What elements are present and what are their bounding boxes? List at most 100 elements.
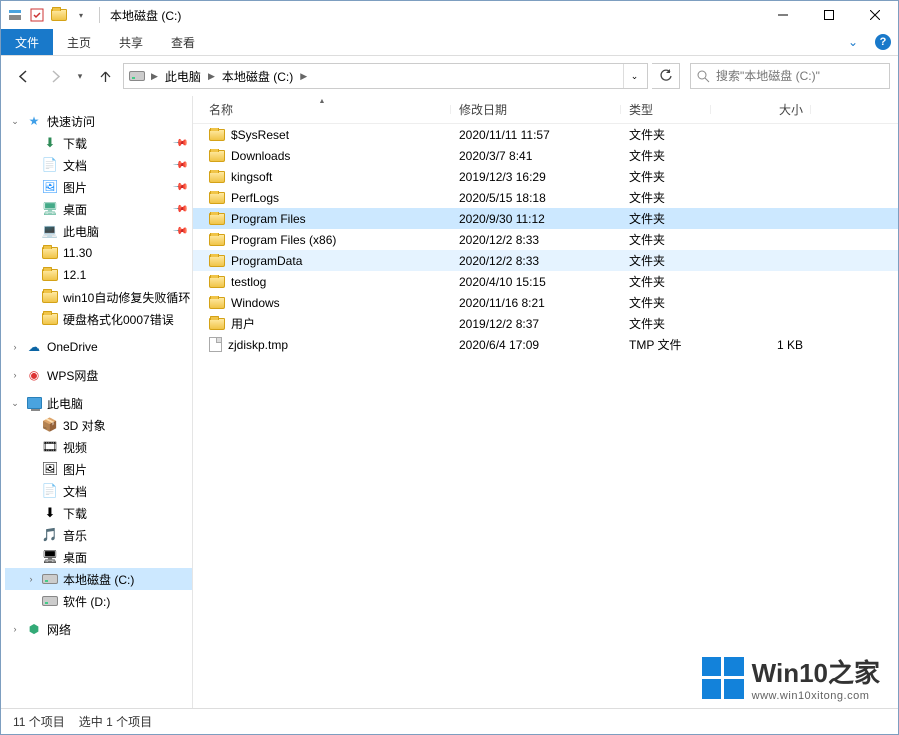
qat-properties-icon[interactable]	[27, 5, 47, 25]
tree-quick-item[interactable]: 💻此电脑📌	[5, 220, 192, 242]
tree-quick-item[interactable]: 11.30	[5, 242, 192, 264]
tree-quick-access[interactable]: ⌄ ★ 快速访问	[5, 110, 192, 132]
tree-quick-item[interactable]: ⬇下载📌	[5, 132, 192, 154]
folder-icon	[209, 276, 225, 288]
file-list-view: ▲名称 修改日期 类型 大小 $SysReset 2020/11/11 11:5…	[193, 96, 898, 708]
pc-icon	[25, 397, 43, 409]
crumb-drive[interactable]: 本地磁盘 (C:)	[218, 64, 297, 88]
address-bar[interactable]: ▶ 此电脑 ▶ 本地磁盘 (C:) ▶ ⌄	[123, 63, 648, 89]
col-size[interactable]: 大小	[711, 101, 811, 118]
tree-network[interactable]: › ⬢ 网络	[5, 618, 192, 640]
cloud-icon: ☁	[25, 340, 43, 354]
col-type[interactable]: 类型	[621, 101, 711, 118]
tab-file[interactable]: 文件	[1, 29, 53, 55]
file-row[interactable]: PerfLogs 2020/5/15 18:18 文件夹	[193, 187, 898, 208]
disclosure-icon[interactable]: ⌄	[9, 116, 21, 127]
tree-pc-item[interactable]: 📦3D 对象	[5, 414, 192, 436]
file-row[interactable]: kingsoft 2019/12/3 16:29 文件夹	[193, 166, 898, 187]
tree-pc-item[interactable]: 🖼图片	[5, 458, 192, 480]
file-row[interactable]: testlog 2020/4/10 15:15 文件夹	[193, 271, 898, 292]
tree-quick-item[interactable]: 12.1	[5, 264, 192, 286]
back-button[interactable]	[9, 62, 37, 90]
title-bar: ▾ 本地磁盘 (C:)	[1, 1, 898, 29]
tree-quick-item[interactable]: 🖥桌面📌	[5, 198, 192, 220]
folder-icon	[209, 297, 225, 309]
crumb-thispc[interactable]: 此电脑	[161, 64, 205, 88]
sort-asc-icon: ▲	[319, 98, 326, 105]
folder-icon	[41, 313, 59, 325]
file-row[interactable]: $SysReset 2020/11/11 11:57 文件夹	[193, 124, 898, 145]
item-icon: 🖥	[41, 549, 59, 565]
tree-onedrive[interactable]: › ☁ OneDrive	[5, 336, 192, 358]
file-row[interactable]: Windows 2020/11/16 8:21 文件夹	[193, 292, 898, 313]
disclosure-icon[interactable]: ›	[9, 370, 21, 380]
drive-icon	[41, 574, 59, 584]
close-button[interactable]	[852, 1, 898, 29]
folder-icon	[209, 234, 225, 246]
search-box[interactable]	[690, 63, 890, 89]
qat-dropdown-icon[interactable]: ▾	[71, 5, 91, 25]
pin-icon: 📌	[171, 201, 188, 218]
maximize-button[interactable]	[806, 1, 852, 29]
minimize-button[interactable]	[760, 1, 806, 29]
folder-icon	[41, 247, 59, 259]
item-icon: 📦	[41, 417, 59, 433]
tree-pc-item[interactable]: 软件 (D:)	[5, 590, 192, 612]
col-date[interactable]: 修改日期	[451, 101, 621, 118]
folder-icon	[209, 129, 225, 141]
tab-share[interactable]: 共享	[105, 29, 157, 55]
tree-pc-item[interactable]: ⬇下载	[5, 502, 192, 524]
qat-newfolder-icon[interactable]	[49, 5, 69, 25]
pin-icon: 📌	[171, 223, 188, 240]
file-row[interactable]: ProgramData 2020/12/2 8:33 文件夹	[193, 250, 898, 271]
tab-view[interactable]: 查看	[157, 29, 209, 55]
tree-wps[interactable]: › ◉ WPS网盘	[5, 364, 192, 386]
address-dropdown-icon[interactable]: ⌄	[623, 64, 645, 88]
search-input[interactable]	[716, 69, 883, 83]
tree-pc-item[interactable]: 📄文档	[5, 480, 192, 502]
tree-pc-item[interactable]: 🎞视频	[5, 436, 192, 458]
item-icon: 🖼	[41, 179, 59, 195]
ribbon-expand-icon[interactable]: ⌄	[838, 29, 868, 55]
status-count: 11 个项目	[13, 713, 65, 730]
tree-quick-item[interactable]: 📄文档📌	[5, 154, 192, 176]
network-icon: ⬢	[25, 622, 43, 636]
tree-thispc[interactable]: ⌄ 此电脑	[5, 392, 192, 414]
tab-home[interactable]: 主页	[53, 29, 105, 55]
col-name[interactable]: ▲名称	[193, 101, 451, 118]
file-row[interactable]: 用户 2019/12/2 8:37 文件夹	[193, 313, 898, 334]
tree-pc-item[interactable]: 🖥桌面	[5, 546, 192, 568]
disclosure-icon[interactable]: ›	[9, 624, 21, 634]
file-icon	[209, 337, 222, 352]
refresh-button[interactable]	[652, 63, 680, 89]
window-title: 本地磁盘 (C:)	[104, 7, 181, 24]
folder-icon	[209, 171, 225, 183]
disclosure-icon[interactable]: ›	[9, 342, 21, 352]
up-button[interactable]	[91, 62, 119, 90]
search-icon	[697, 70, 710, 83]
tree-quick-item[interactable]: 硬盘格式化0007错误	[5, 308, 192, 330]
chevron-right-icon[interactable]: ▶	[205, 71, 218, 82]
folder-icon	[209, 192, 225, 204]
chevron-right-icon[interactable]: ▶	[148, 71, 161, 82]
disclosure-icon[interactable]: ⌄	[9, 398, 21, 409]
file-row[interactable]: zjdiskp.tmp 2020/6/4 17:09 TMP 文件 1 KB	[193, 334, 898, 355]
recent-dropdown-icon[interactable]: ▾	[73, 62, 87, 90]
tree-quick-item[interactable]: 🖼图片📌	[5, 176, 192, 198]
help-button[interactable]: ?	[868, 29, 898, 55]
file-row[interactable]: Downloads 2020/3/7 8:41 文件夹	[193, 145, 898, 166]
tree-pc-item[interactable]: 🎵音乐	[5, 524, 192, 546]
chevron-right-icon[interactable]: ▶	[297, 71, 310, 82]
tree-pc-item[interactable]: ›本地磁盘 (C:)	[5, 568, 192, 590]
nav-tree[interactable]: ⌄ ★ 快速访问 ⬇下载📌📄文档📌🖼图片📌🖥桌面📌💻此电脑📌11.3012.1w…	[1, 96, 193, 708]
forward-button[interactable]	[41, 62, 69, 90]
file-row[interactable]: Program Files 2020/9/30 11:12 文件夹	[193, 208, 898, 229]
wps-icon: ◉	[25, 368, 43, 382]
folder-icon	[209, 255, 225, 267]
tree-quick-item[interactable]: win10自动修复失败循环	[5, 286, 192, 308]
item-icon: 📄	[41, 483, 59, 499]
column-headers: ▲名称 修改日期 类型 大小	[193, 96, 898, 124]
folder-icon	[209, 318, 225, 330]
status-bar: 11 个项目 选中 1 个项目	[1, 708, 898, 734]
file-row[interactable]: Program Files (x86) 2020/12/2 8:33 文件夹	[193, 229, 898, 250]
